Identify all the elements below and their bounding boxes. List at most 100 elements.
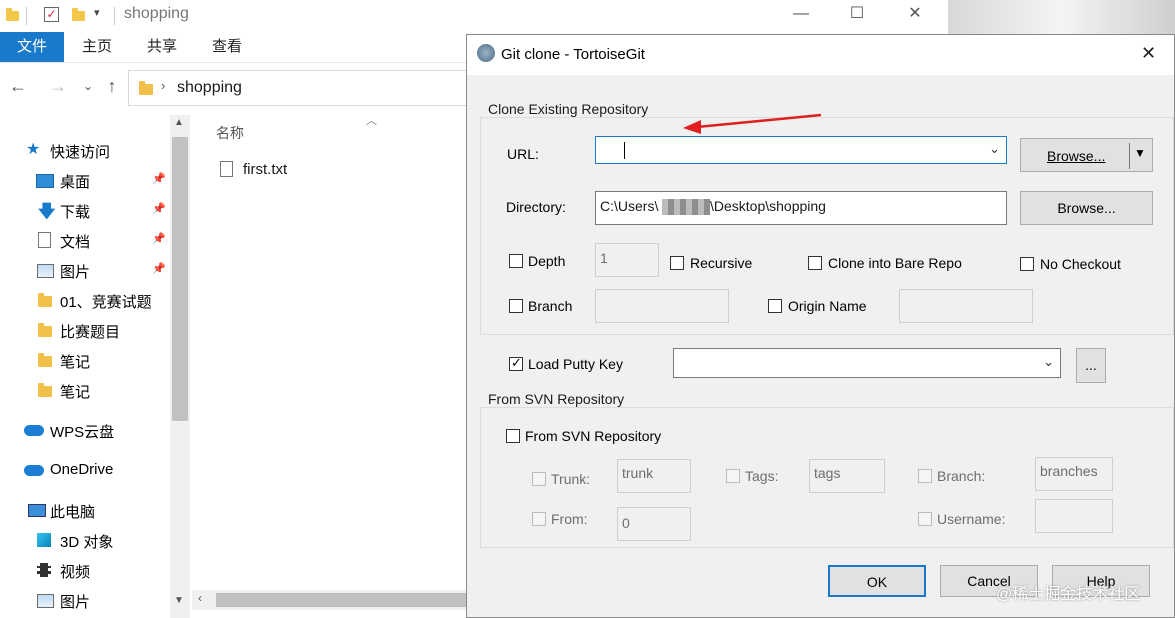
nav-item-folder[interactable]: 比赛题目 [0, 315, 170, 345]
browse-url-button[interactable]: Browse... ▼ [1020, 138, 1153, 172]
customize-toolbar-icon[interactable]: ▾ [94, 6, 100, 19]
nav-item-quick-access[interactable]: ★ 快速访问 [0, 135, 170, 165]
load-putty-key-checkbox[interactable] [509, 355, 523, 371]
bare-repo-label: Clone into Bare Repo [828, 255, 962, 271]
depth-checkbox[interactable] [509, 254, 523, 268]
navigation-pane: ★ 快速访问 桌面 📌 🡇 下载 📌 文档 📌 图片 📌 01、竞赛试题 比赛题… [0, 115, 190, 618]
nav-item-folder[interactable]: 01、竞赛试题 [0, 285, 170, 315]
address-path: shopping [177, 79, 242, 96]
nav-item-pictures[interactable]: 图片 📌 [0, 255, 170, 285]
file-item[interactable]: first.txt [214, 158, 414, 182]
scrollbar-thumb[interactable] [216, 593, 468, 607]
nav-item-pictures[interactable]: 图片 [0, 585, 170, 615]
chevron-down-icon[interactable]: ⌄ [1043, 354, 1054, 370]
bare-repo-checkbox[interactable] [808, 256, 822, 270]
url-combobox[interactable]: ⌄ [595, 136, 1007, 164]
scroll-down-icon[interactable]: ▼ [174, 595, 184, 606]
tab-share[interactable]: 共享 [147, 32, 177, 62]
scroll-left-icon[interactable]: ‹ [198, 591, 202, 605]
username-input[interactable] [1035, 499, 1113, 533]
nav-item-3d-objects[interactable]: 3D 对象 [0, 525, 170, 555]
star-icon: ★ [26, 141, 41, 158]
text-file-icon [220, 161, 233, 177]
svn-branch-checkbox[interactable] [918, 469, 932, 483]
nav-item-label: 此电脑 [50, 504, 96, 521]
browse-directory-button[interactable]: Browse... [1020, 191, 1153, 225]
close-button[interactable]: ✕ [892, 0, 938, 30]
nav-item-documents[interactable]: 文档 📌 [0, 225, 170, 255]
new-folder-icon[interactable] [72, 8, 85, 21]
branch-input[interactable] [595, 289, 729, 323]
chevron-right-icon[interactable]: › [161, 78, 165, 93]
folder-icon [6, 8, 19, 21]
address-field[interactable]: › shopping [128, 70, 470, 106]
directory-value-suffix: \Desktop\shopping [710, 198, 826, 214]
username-checkbox[interactable] [918, 512, 932, 526]
pin-icon[interactable]: 📌 [152, 262, 166, 275]
group-label-clone: Clone Existing Repository [486, 101, 651, 117]
nav-item-folder[interactable]: 笔记 [0, 375, 170, 405]
nav-scrollbar[interactable]: ▲ ▼ [170, 115, 190, 618]
nav-item-label: 快速访问 [50, 144, 111, 161]
nav-item-desktop[interactable]: 桌面 📌 [0, 165, 170, 195]
nav-item-downloads[interactable]: 🡇 下载 📌 [0, 195, 170, 225]
properties-icon[interactable]: ✓ [44, 7, 59, 22]
nav-item-label: WPS云盘 [50, 424, 115, 441]
nav-item-onedrive[interactable]: OneDrive [0, 455, 170, 485]
origin-name-checkbox[interactable] [768, 299, 782, 313]
directory-field[interactable]: C:\Users\ \Desktop\shopping [595, 191, 1007, 225]
column-header-name[interactable]: 名称 [216, 123, 244, 143]
pin-icon[interactable]: 📌 [152, 172, 166, 185]
chevron-down-icon[interactable]: ⌄ [989, 141, 1000, 157]
tags-input[interactable]: tags [809, 459, 885, 493]
recursive-checkbox[interactable] [670, 256, 684, 270]
nav-item-this-pc[interactable]: 此电脑 [0, 495, 170, 525]
nav-item-label: 笔记 [60, 384, 91, 401]
branch-label: Branch [528, 298, 573, 314]
scroll-up-icon[interactable]: ▲ [174, 117, 184, 128]
putty-key-combobox[interactable]: ⌄ [673, 348, 1061, 378]
scrollbar-thumb[interactable] [172, 137, 188, 421]
browse-url-label: Browse... [1047, 148, 1106, 164]
origin-name-input[interactable] [899, 289, 1033, 323]
forward-arrow-icon[interactable]: → [46, 74, 70, 98]
maximize-button[interactable]: ☐ [834, 0, 880, 30]
text-cursor [624, 142, 625, 159]
red-arrow-annotation [683, 113, 822, 134]
nav-item-label: 01、竞赛试题 [60, 294, 152, 311]
dialog-title: Git clone - TortoiseGit [501, 46, 645, 63]
nav-item-wps-cloud[interactable]: WPS云盘 [0, 415, 170, 445]
branches-input[interactable]: branches [1035, 457, 1113, 491]
load-putty-key-label: Load Putty Key [528, 356, 623, 372]
trunk-input[interactable]: trunk [617, 459, 691, 493]
no-checkout-checkbox[interactable] [1020, 257, 1034, 271]
from-input[interactable]: 0 [617, 507, 691, 541]
dialog-close-icon[interactable]: ✕ [1141, 43, 1156, 64]
chevron-down-icon[interactable]: ▼ [1134, 146, 1146, 160]
nav-item-label: 笔记 [60, 354, 91, 371]
nav-item-label: OneDrive [50, 461, 114, 478]
tab-home[interactable]: 主页 [82, 32, 112, 62]
minimize-button[interactable]: — [778, 0, 824, 30]
from-svn-checkbox[interactable] [506, 429, 520, 443]
putty-browse-button[interactable]: ... [1076, 348, 1106, 383]
recent-locations-icon[interactable]: ⌄ [76, 74, 100, 98]
tab-view[interactable]: 查看 [212, 32, 242, 62]
horizontal-scrollbar[interactable]: ‹ [192, 590, 468, 610]
nav-item-videos[interactable]: 视频 [0, 555, 170, 585]
ok-button[interactable]: OK [828, 565, 926, 597]
branch-checkbox[interactable] [509, 299, 523, 313]
from-checkbox[interactable] [532, 512, 546, 526]
url-label: URL: [507, 146, 539, 162]
depth-input[interactable]: 1 [595, 243, 659, 277]
trunk-checkbox[interactable] [532, 472, 546, 486]
computer-icon [28, 504, 46, 517]
pin-icon[interactable]: 📌 [152, 232, 166, 245]
nav-item-folder[interactable]: 笔记 [0, 345, 170, 375]
up-arrow-icon[interactable]: ↑ [100, 74, 124, 98]
tab-file[interactable]: 文件 [0, 32, 64, 62]
nav-item-label: 3D 对象 [60, 534, 114, 551]
pin-icon[interactable]: 📌 [152, 202, 166, 215]
tags-checkbox[interactable] [726, 469, 740, 483]
back-arrow-icon[interactable]: ← [6, 74, 30, 98]
